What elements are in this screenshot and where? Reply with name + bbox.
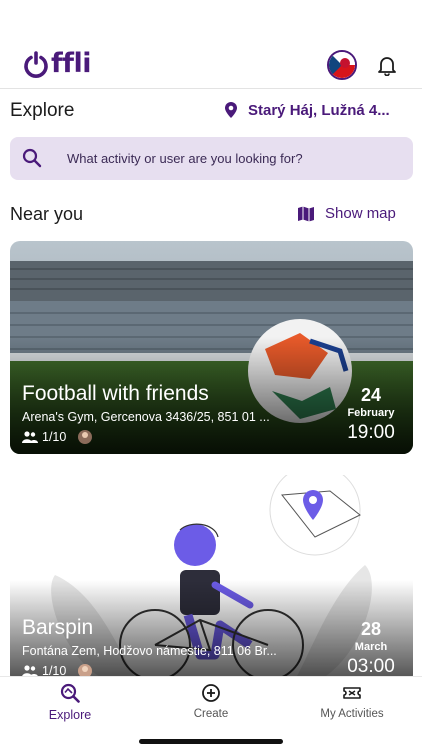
activity-address: Arena's Gym, Gercenova 3436/25, 851 01 .… — [22, 410, 270, 424]
search-input[interactable] — [67, 137, 402, 180]
explore-search-icon — [60, 683, 80, 703]
profile-avatar[interactable] — [327, 50, 357, 80]
location-pin-icon — [225, 102, 237, 118]
section-title-near-you: Near you — [10, 204, 84, 224]
ticket-icon — [343, 687, 361, 699]
show-map-label: Show map — [325, 205, 396, 222]
activity-address: Fontána Zem, Hodžovo námestie, 811 06 Br… — [22, 644, 277, 658]
home-indicator — [139, 739, 283, 744]
search-icon — [22, 148, 42, 168]
notifications-bell-icon[interactable] — [376, 54, 398, 76]
tab-label: Create — [193, 708, 229, 720]
location-selector[interactable]: Starý Háj, Lužná 4... — [222, 101, 390, 119]
activity-card[interactable]: Barspin Fontána Zem, Hodžovo námestie, 8… — [10, 475, 413, 685]
activity-date: 24 February 19:00 — [329, 385, 413, 445]
activity-time: 19:00 — [347, 422, 395, 443]
people-icon — [22, 431, 38, 443]
tab-label: Explore — [48, 708, 92, 722]
tab-explore[interactable]: Explore — [0, 683, 140, 722]
activity-title: Football with friends — [22, 382, 209, 405]
date-day: 28 — [360, 619, 382, 639]
top-bar: ffli — [0, 40, 422, 88]
tab-label: My Activities — [320, 708, 384, 720]
participants-info: 1/10 — [22, 430, 93, 444]
tab-create[interactable]: Create — [141, 683, 281, 720]
header-divider — [0, 88, 422, 89]
search-bar[interactable] — [10, 137, 413, 180]
app-logo[interactable]: ffli — [22, 48, 92, 79]
tab-my-activities[interactable]: My Activities — [282, 683, 422, 720]
organizer-avatar — [78, 430, 93, 444]
location-label: Starý Háj, Lužná 4... — [248, 101, 390, 119]
date-day: 24 — [360, 385, 382, 405]
avatar-image — [329, 52, 355, 78]
date-month: February — [347, 407, 395, 419]
activity-title: Barspin — [22, 616, 94, 639]
date-month: March — [354, 641, 388, 653]
participants-count: 1/10 — [42, 430, 67, 444]
map-icon — [298, 206, 314, 221]
show-map-button[interactable]: Show map — [297, 205, 396, 222]
add-circle-icon — [202, 684, 220, 702]
page-title: Explore — [10, 100, 75, 121]
activity-date: 28 March 03:00 — [329, 619, 413, 679]
activity-card[interactable]: Football with friends Arena's Gym, Gerce… — [10, 241, 413, 454]
power-icon — [24, 51, 48, 78]
logo-text: ffli — [51, 48, 92, 79]
